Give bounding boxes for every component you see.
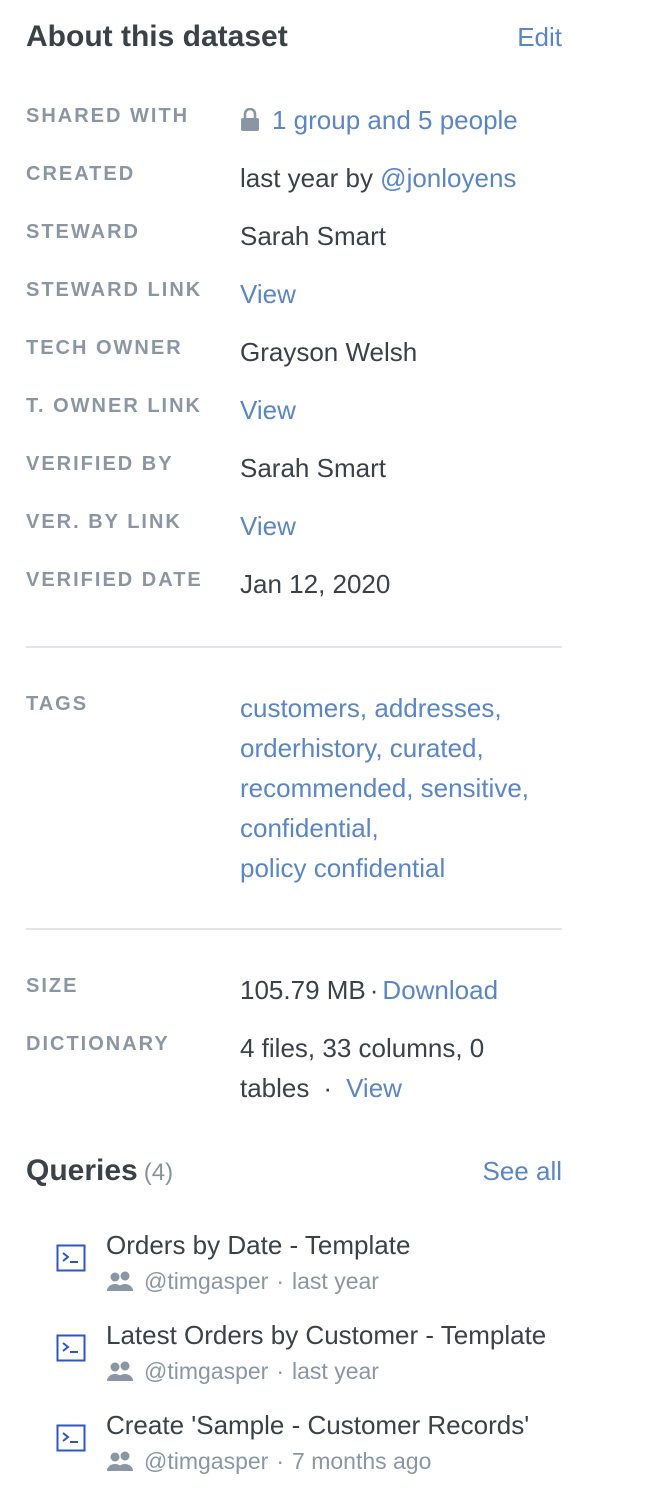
verified-date-label: VERIFIED DATE <box>26 569 203 591</box>
queries-header: Queries (4) See all <box>26 1154 562 1194</box>
tech-owner-view-link[interactable]: View <box>240 390 562 430</box>
size-label: SIZE <box>26 975 79 997</box>
terminal-icon <box>56 1424 86 1452</box>
people-icon <box>106 1449 134 1471</box>
lock-icon <box>240 103 260 131</box>
dictionary-summary-cont: tables <box>240 1073 310 1103</box>
query-author[interactable]: @timgasper <box>144 1358 268 1384</box>
query-meta: @timgasper · last year <box>106 1266 379 1296</box>
created-value: last year by @jonloyens <box>240 158 562 198</box>
dictionary-label: DICTIONARY <box>26 1033 170 1055</box>
verified-by-view-link[interactable]: View <box>240 506 562 546</box>
size-text: 105.79 MB <box>240 975 366 1005</box>
query-title[interactable]: Create 'Sample - Customer Records' <box>106 1408 562 1442</box>
tech-owner-link-label: T. OWNER LINK <box>26 395 202 417</box>
dictionary-view-link[interactable]: View <box>346 1073 402 1103</box>
steward-link-label: STEWARD LINK <box>26 279 203 301</box>
verified-by-link-label: VER. BY LINK <box>26 511 182 533</box>
query-title[interactable]: Orders by Date - Template <box>106 1228 562 1262</box>
query-meta: @timgasper · last year <box>106 1356 379 1386</box>
shared-with-link[interactable]: 1 group and 5 people <box>272 105 518 135</box>
tags-value: customers, addresses, orderhistory, cura… <box>240 688 562 888</box>
queries-title-text: Queries <box>26 1154 138 1187</box>
query-title[interactable]: Latest Orders by Customer - Template <box>106 1318 562 1352</box>
edit-link[interactable]: Edit <box>517 22 562 53</box>
download-link[interactable]: Download <box>382 975 498 1005</box>
tag-link[interactable]: customers, addresses, <box>240 688 562 728</box>
about-header: About this dataset Edit <box>26 20 562 60</box>
steward-view-link[interactable]: View <box>240 274 562 314</box>
tag-link[interactable]: orderhistory, curated, <box>240 728 562 768</box>
query-time: last year <box>292 1358 379 1384</box>
see-all-link[interactable]: See all <box>483 1156 563 1187</box>
query-author[interactable]: @timgasper <box>144 1448 268 1474</box>
shared-with-label: SHARED WITH <box>26 105 190 127</box>
size-value: 105.79 MB · Download <box>240 970 562 1010</box>
divider <box>26 646 562 648</box>
tag-link[interactable]: policy confidential <box>240 848 562 888</box>
separator-dot: · <box>369 975 379 1005</box>
query-time: last year <box>292 1268 379 1294</box>
about-title: About this dataset <box>26 20 288 53</box>
steward-label: STEWARD <box>26 221 140 243</box>
created-user-link[interactable]: @jonloyens <box>380 163 516 193</box>
queries-count: (4) <box>143 1159 174 1186</box>
separator-dot: · <box>276 1448 285 1474</box>
query-list-item[interactable]: Latest Orders by Customer - Template @ti… <box>56 1318 562 1402</box>
terminal-icon <box>56 1244 86 1272</box>
people-icon <box>106 1359 134 1381</box>
verified-by-label: VERIFIED BY <box>26 453 174 475</box>
created-label: CREATED <box>26 163 136 185</box>
shared-with-value[interactable]: 1 group and 5 people <box>240 100 562 140</box>
dictionary-summary: 4 files, 33 columns, 0 <box>240 1033 485 1063</box>
steward-value: Sarah Smart <box>240 221 386 251</box>
tech-owner-value: Grayson Welsh <box>240 337 418 367</box>
query-list-item[interactable]: Orders by Date - Template @timgasper · las… <box>56 1228 562 1312</box>
tag-link[interactable]: confidential, <box>240 808 562 848</box>
query-author[interactable]: @timgasper <box>144 1268 268 1294</box>
tags-label: TAGS <box>26 693 89 715</box>
separator-dot: · <box>276 1268 285 1294</box>
tech-owner-label: TECH OWNER <box>26 337 183 359</box>
query-list-item[interactable]: Create 'Sample - Customer Records' @timg… <box>56 1408 562 1492</box>
terminal-icon <box>56 1334 86 1362</box>
created-text: last year by <box>240 163 381 193</box>
people-icon <box>106 1269 134 1291</box>
tag-link[interactable]: recommended, sensitive, <box>240 768 562 808</box>
query-meta: @timgasper · 7 months ago <box>106 1446 431 1476</box>
divider <box>26 928 562 930</box>
dictionary-value: 4 files, 33 columns, 0 tables · View <box>240 1028 562 1108</box>
separator-dot: · <box>323 1073 333 1103</box>
separator-dot: · <box>276 1358 285 1384</box>
verified-by-value: Sarah Smart <box>240 453 386 483</box>
verified-date-value: Jan 12, 2020 <box>240 569 391 599</box>
queries-title: Queries (4) <box>26 1154 173 1188</box>
query-time: 7 months ago <box>292 1448 432 1474</box>
